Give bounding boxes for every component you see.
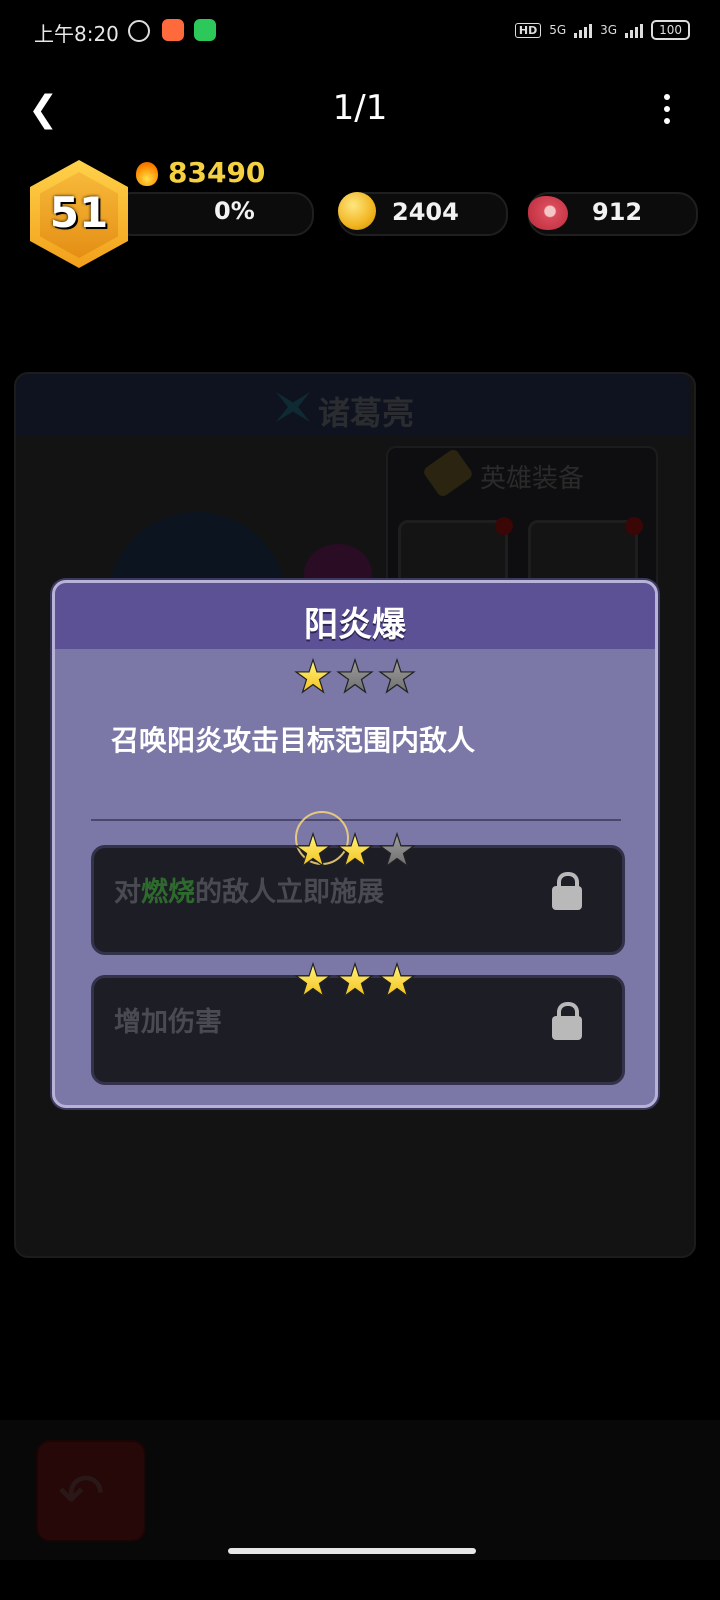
coin-amount: 2404 [392,198,459,226]
status-time: 上午8:20 [34,22,119,46]
star-empty-icon [335,657,375,697]
page-indicator: 1/1 [332,88,388,128]
dialog-header: 阳炎爆 [55,583,655,649]
power-score: 83490 [168,156,266,189]
level-number: 51 [49,188,109,237]
star-empty-icon [377,831,417,871]
star-filled-icon [293,657,333,697]
home-indicator[interactable] [228,1548,476,1554]
alarm-icon [128,20,150,42]
battery-icon: 100 [651,20,690,40]
upgrade-tier-3-text: 增加伤害 [114,1007,222,1038]
status-bar: 上午8:20 HD 5G 3G 100 [0,0,720,62]
xp-bar [112,192,314,236]
lock-icon [552,872,582,910]
signal-3g-label: 3G [600,23,618,37]
hero-name: 诸葛亮 [318,394,415,432]
fire-icon [136,162,158,186]
skill-detail-dialog: 阳炎爆 召唤阳炎攻击目标范围内敌人 对燃烧的敌人立即施展 增加伤害 [52,580,658,1108]
status-right: HD 5G 3G 100 [514,20,690,40]
star-filled-icon [335,961,375,1001]
meat-amount: 912 [592,198,643,226]
meat-icon [528,196,568,230]
signal-5g-label: 5G [549,23,567,37]
keyword-burning: 燃烧 [141,877,195,908]
lock-icon [552,1002,582,1040]
upgrade-tier-2-text: 对燃烧的敌人立即施展 [114,877,384,908]
notification-dot [495,517,513,535]
wechat-icon [194,19,216,41]
divider [91,819,621,821]
star-filled-icon [377,961,417,1001]
signal-icon-2 [625,22,644,38]
skill-title: 阳炎爆 [304,605,406,645]
upgrade-tier-3-stars [293,961,417,1001]
notification-dot [625,517,643,535]
star-filled-icon [293,961,333,1001]
upgrade-tier-2-stars [293,831,417,871]
xp-percent: 0% [214,197,255,225]
star-filled-icon [293,831,333,871]
top-nav: ❮ 1/1 [0,80,720,134]
return-arrow-icon: ↶ [58,1462,105,1527]
coin-icon [338,192,376,230]
star-filled-icon [335,831,375,871]
star-empty-icon [377,657,417,697]
hd-icon: HD [514,22,542,38]
app-notification-icon [162,19,184,41]
skill-star-rating [293,657,417,697]
equipment-title: 英雄装备 [480,464,585,494]
skill-description: 召唤阳炎攻击目标范围内敌人 [111,724,476,757]
signal-icon [574,22,593,38]
more-options-icon[interactable] [664,94,670,124]
